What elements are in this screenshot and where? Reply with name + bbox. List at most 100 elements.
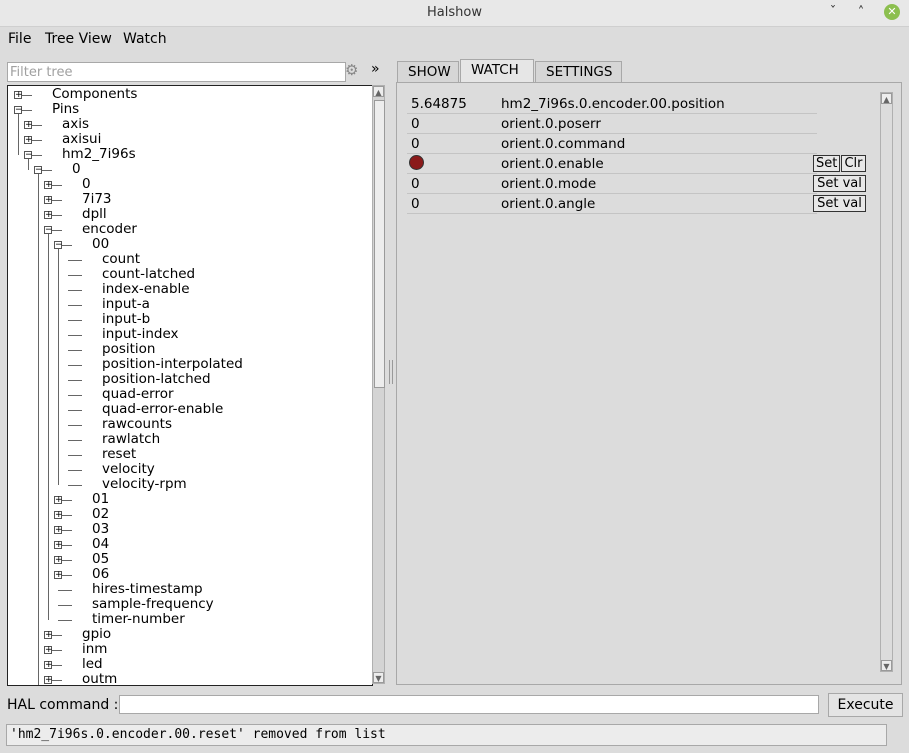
tree-item[interactable]: rawcounts (8, 417, 368, 432)
tree-item[interactable]: −0 (8, 162, 368, 177)
tree-connector (62, 545, 72, 546)
tab-show[interactable]: SHOW (397, 61, 459, 82)
tree-item[interactable]: − encoder (8, 222, 368, 237)
expand-icon[interactable]: + (54, 556, 63, 565)
tree-item-label: hires-timestamp (92, 581, 203, 597)
expand-icon[interactable]: + (24, 121, 33, 130)
tree-item-label: 05 (92, 551, 110, 567)
tree-item[interactable]: − Pins (8, 102, 368, 117)
tree-item[interactable]: +0 (8, 177, 368, 192)
tree-connector (62, 560, 72, 561)
tree-item[interactable]: input-b (8, 312, 368, 327)
tree-item[interactable]: input-index (8, 327, 368, 342)
gear-icon[interactable]: ⚙ (345, 61, 358, 79)
set-button[interactable]: Set (813, 155, 840, 172)
tree-scrollbar[interactable]: ▲ ▼ (372, 85, 385, 684)
menu-watch[interactable]: Watch (123, 31, 167, 47)
tree-item[interactable]: hires-timestamp (8, 582, 368, 597)
collapse-icon[interactable]: − (54, 241, 63, 250)
expand-icon[interactable]: + (44, 196, 53, 205)
tree-connector (42, 170, 52, 171)
tree-item[interactable]: + led (8, 657, 368, 672)
scroll-down-arrow-icon[interactable]: ▼ (881, 660, 892, 671)
tree-item[interactable]: reset (8, 447, 368, 462)
expand-more-icon[interactable]: » (371, 61, 380, 77)
tree-item[interactable]: +06 (8, 567, 368, 582)
tree-item[interactable]: index-enable (8, 282, 368, 297)
maximize-icon[interactable]: ˄ (851, 3, 871, 23)
tree-item-label: inm (82, 641, 108, 657)
tree-item[interactable]: +7i73 (8, 192, 368, 207)
expand-icon[interactable]: + (44, 646, 53, 655)
tree-item[interactable]: timer-number (8, 612, 368, 627)
minimize-icon[interactable]: ˇ (823, 3, 843, 23)
clear-button[interactable]: Clr (841, 155, 866, 172)
tree-item[interactable]: +03 (8, 522, 368, 537)
tree-scroll-thumb[interactable] (374, 100, 385, 388)
watch-value: 0 (411, 176, 420, 192)
tree-item[interactable]: velocity (8, 462, 368, 477)
expand-icon[interactable]: + (44, 631, 53, 640)
tree-item[interactable]: sample-frequency (8, 597, 368, 612)
expand-icon[interactable]: + (44, 181, 53, 190)
tree-item[interactable]: + gpio (8, 627, 368, 642)
tree-item[interactable]: count (8, 252, 368, 267)
hal-command-input[interactable] (119, 695, 819, 714)
tree-item[interactable]: position-interpolated (8, 357, 368, 372)
menu-tree-view[interactable]: Tree View (45, 31, 112, 47)
scroll-up-arrow-icon[interactable]: ▲ (881, 93, 892, 104)
set-value-button[interactable]: Set val (813, 195, 866, 212)
expand-icon[interactable]: + (54, 526, 63, 535)
watch-row: 0 orient.0.poserr (407, 114, 817, 134)
expand-icon[interactable]: + (24, 136, 33, 145)
tree-item[interactable]: position-latched (8, 372, 368, 387)
menu-file[interactable]: File (8, 31, 31, 47)
watch-scrollbar[interactable]: ▲ ▼ (880, 92, 893, 672)
tree-item[interactable]: input-a (8, 297, 368, 312)
tree-item[interactable]: +05 (8, 552, 368, 567)
tree-item[interactable]: + axis (8, 117, 368, 132)
collapse-icon[interactable]: − (14, 106, 23, 115)
scroll-up-arrow-icon[interactable]: ▲ (373, 86, 384, 97)
pane-splitter-handle[interactable] (389, 360, 393, 384)
set-value-button[interactable]: Set val (813, 175, 866, 192)
tree-item[interactable]: + outm (8, 672, 368, 685)
scroll-down-arrow-icon[interactable]: ▼ (373, 672, 384, 683)
tree-item[interactable]: +04 (8, 537, 368, 552)
expand-icon[interactable]: + (54, 571, 63, 580)
expand-icon[interactable]: + (44, 211, 53, 220)
close-icon[interactable]: ✕ (884, 4, 900, 20)
tree-connector (52, 230, 62, 231)
expand-icon[interactable]: + (44, 676, 53, 685)
tree-item[interactable]: + dpll (8, 207, 368, 222)
expand-icon[interactable]: + (54, 511, 63, 520)
tree-connector (68, 395, 82, 396)
expand-icon[interactable]: + (44, 661, 53, 670)
tree-item[interactable]: + inm (8, 642, 368, 657)
tree-item[interactable]: − 00 (8, 237, 368, 252)
expand-icon[interactable]: + (14, 91, 23, 100)
expand-icon[interactable]: + (54, 541, 63, 550)
tree-guide-line (28, 159, 29, 170)
collapse-icon[interactable]: − (24, 151, 33, 160)
tree-item[interactable]: position (8, 342, 368, 357)
tree-item[interactable]: count-latched (8, 267, 368, 282)
tree-item[interactable]: − hm2_7i96s (8, 147, 368, 162)
tree-item[interactable]: +01 (8, 492, 368, 507)
tree-item[interactable]: + axisui (8, 132, 368, 147)
tree-item[interactable]: +02 (8, 507, 368, 522)
tree-item[interactable]: quad-error (8, 387, 368, 402)
tab-settings[interactable]: SETTINGS (535, 61, 622, 82)
tree-item[interactable]: velocity-rpm (8, 477, 368, 492)
execute-button[interactable]: Execute (828, 693, 903, 717)
expand-icon[interactable]: + (54, 496, 63, 505)
collapse-icon[interactable]: − (44, 226, 53, 235)
tree-item[interactable]: rawlatch (8, 432, 368, 447)
collapse-icon[interactable]: − (34, 166, 43, 175)
tree-connector (68, 425, 82, 426)
filter-tree-input[interactable] (7, 62, 346, 82)
pin-tree[interactable]: + Components − Pins + axis + axisui − hm2_7i96s −0… (7, 85, 373, 686)
tree-item[interactable]: quad-error-enable (8, 402, 368, 417)
tab-watch[interactable]: WATCH (460, 59, 534, 83)
tree-item[interactable]: + Components (8, 87, 368, 102)
